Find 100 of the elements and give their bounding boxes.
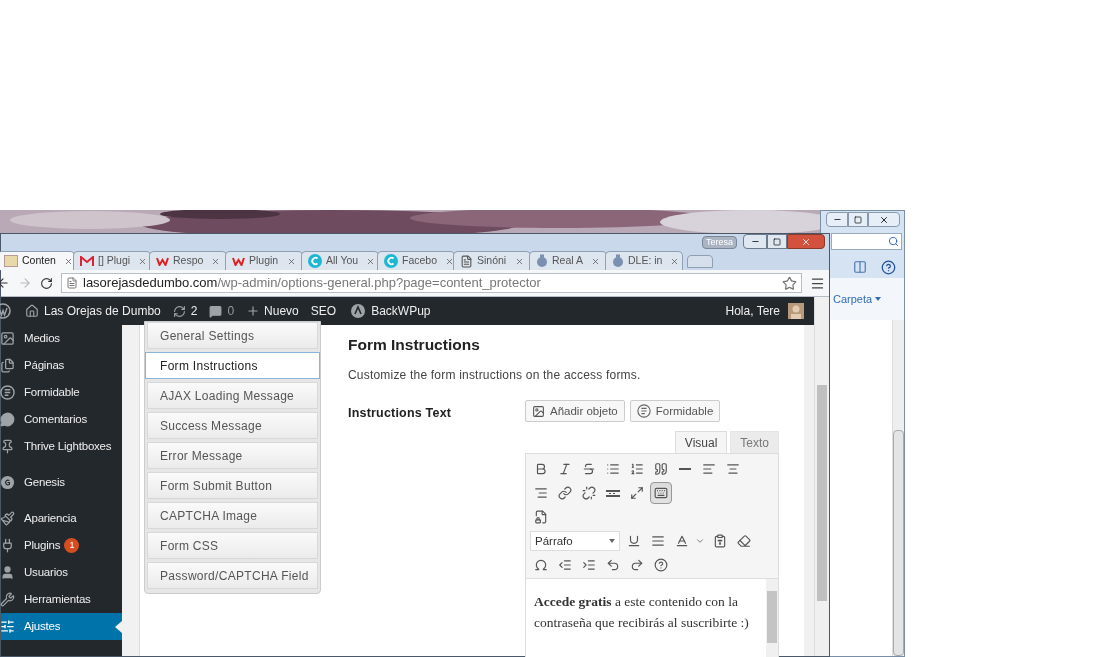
mail-icon bbox=[80, 255, 94, 267]
close-icon bbox=[879, 214, 889, 225]
minimize-button[interactable] bbox=[743, 234, 767, 249]
sidebar-item[interactable]: Formidable bbox=[1, 379, 122, 406]
bookmark-star-icon[interactable] bbox=[782, 275, 797, 291]
paste-text-icon bbox=[713, 534, 727, 549]
scrollbar[interactable] bbox=[892, 320, 904, 656]
settings-tab[interactable]: Form CSS bbox=[147, 532, 318, 559]
c-logo-icon bbox=[384, 254, 398, 268]
maximize-button[interactable] bbox=[848, 212, 868, 227]
browser-tab[interactable]: Plugin bbox=[225, 251, 303, 270]
comment-icon bbox=[0, 412, 15, 427]
media-button[interactable]: Añadir objeto bbox=[525, 400, 625, 423]
site-icon bbox=[4, 255, 18, 267]
media-icon bbox=[532, 404, 545, 418]
toolbar-toggle-icon bbox=[654, 486, 668, 501]
tab-title: [] Plugi bbox=[98, 253, 131, 269]
sidebar-item[interactable]: Comentarios bbox=[1, 406, 122, 433]
sidebar-item[interactable]: Genesis bbox=[1, 469, 122, 496]
settings-tab[interactable]: AJAX Loading Message bbox=[147, 382, 318, 409]
minimize-button[interactable] bbox=[826, 212, 848, 227]
help-icon bbox=[654, 558, 668, 573]
toolbar-toggle-button[interactable] bbox=[650, 482, 672, 505]
form-icon bbox=[636, 404, 651, 419]
media-button[interactable]: Formidable bbox=[629, 400, 721, 423]
sidebar-item[interactable]: Plugins 1 bbox=[1, 532, 122, 559]
sidebar-item[interactable]: Ajustes bbox=[1, 613, 122, 640]
close-icon[interactable] bbox=[287, 256, 296, 266]
close-icon[interactable] bbox=[591, 256, 600, 266]
close-icon[interactable] bbox=[366, 256, 376, 266]
close-icon[interactable] bbox=[63, 256, 73, 266]
underline-icon bbox=[627, 534, 641, 549]
panes-icon[interactable] bbox=[853, 260, 867, 274]
editor-tab[interactable]: Visual bbox=[674, 431, 728, 454]
new-link[interactable]: Nuevo bbox=[246, 302, 299, 320]
fullscreen-icon bbox=[630, 486, 644, 501]
outdent-icon bbox=[558, 558, 572, 573]
redo-icon bbox=[630, 558, 644, 573]
address-bar[interactable]: lasorejasdedumbo.com/wp-admin/options-general.php?page=content_protector bbox=[61, 273, 802, 293]
browser-tab[interactable]: Respo bbox=[149, 251, 227, 270]
close-icon[interactable] bbox=[211, 256, 221, 266]
italic-icon bbox=[558, 462, 572, 477]
settings-tab[interactable]: Error Message bbox=[147, 442, 318, 469]
plus-icon bbox=[246, 304, 261, 318]
sidebar-item[interactable]: Páginas bbox=[1, 352, 122, 379]
tab-title: Conten bbox=[22, 253, 56, 269]
site-link[interactable]: Las Orejas de Dumbo bbox=[25, 302, 161, 320]
help-icon[interactable] bbox=[881, 259, 896, 275]
sidebar-item[interactable]: Apariencia bbox=[1, 505, 122, 532]
back-icon[interactable] bbox=[0, 276, 10, 290]
browser-tab[interactable]: Sinóni bbox=[453, 251, 531, 270]
caret-icon bbox=[609, 539, 615, 544]
maximize-icon bbox=[773, 237, 781, 246]
browser-tab[interactable]: Conten bbox=[0, 251, 75, 270]
settings-tab[interactable]: Success Message bbox=[147, 412, 318, 439]
seo-link[interactable]: SEO bbox=[310, 302, 337, 320]
close-button[interactable] bbox=[868, 212, 900, 227]
settings-tab[interactable]: CAPTCHA Image bbox=[147, 502, 318, 529]
tab-title: Facebo bbox=[402, 253, 438, 269]
format-select[interactable]: Párrafo bbox=[530, 531, 620, 552]
browser-tab[interactable]: Real A bbox=[529, 251, 607, 270]
tab-title: DLE: in bbox=[628, 253, 663, 269]
updates-link[interactable]: 2 bbox=[172, 302, 198, 320]
pin-icon bbox=[0, 439, 15, 454]
settings-tab[interactable]: Form Submit Button bbox=[147, 472, 318, 499]
tab-title: Sinóni bbox=[477, 253, 507, 269]
reload-icon[interactable] bbox=[40, 276, 53, 290]
close-icon bbox=[801, 236, 811, 247]
sidebar-item[interactable]: Usuarios bbox=[1, 559, 122, 586]
c-logo-icon bbox=[308, 254, 322, 268]
settings-tab[interactable]: Form Instructions bbox=[145, 352, 320, 379]
menu-icon[interactable] bbox=[810, 275, 825, 291]
sidebar-item[interactable]: Thrive Lightboxes bbox=[1, 433, 122, 460]
search-field[interactable] bbox=[831, 233, 902, 250]
close-icon[interactable] bbox=[138, 256, 148, 266]
browser-tab[interactable]: DLE: in bbox=[605, 251, 683, 270]
close-icon[interactable] bbox=[515, 256, 524, 266]
maximize-button[interactable] bbox=[767, 234, 787, 249]
greeting-link[interactable]: Hola, Tere bbox=[725, 302, 780, 320]
scrollbar[interactable] bbox=[814, 297, 829, 656]
browser-tab[interactable]: Facebo bbox=[377, 251, 455, 270]
close-icon[interactable] bbox=[670, 256, 680, 266]
scrollbar[interactable] bbox=[766, 579, 778, 657]
settings-tab[interactable]: General Settings bbox=[147, 322, 318, 349]
plug-icon bbox=[0, 538, 15, 553]
media-icon bbox=[0, 331, 15, 346]
w-logo-icon bbox=[232, 256, 245, 266]
sidebar-item[interactable]: Medios bbox=[1, 325, 122, 352]
close-icon[interactable] bbox=[445, 256, 455, 266]
browser-tab[interactable]: [] Plugi bbox=[73, 251, 151, 270]
backup-link[interactable]: BackWPup bbox=[350, 302, 431, 320]
browser-tab[interactable]: All You bbox=[301, 251, 379, 270]
section-title: Form Instructions bbox=[348, 335, 481, 355]
sidebar-item[interactable]: Herramientas bbox=[1, 586, 122, 613]
close-button[interactable] bbox=[787, 234, 825, 249]
settings-tab[interactable]: Password/CAPTCHA Field bbox=[147, 562, 318, 589]
new-tab-button[interactable] bbox=[687, 255, 713, 268]
comment-icon bbox=[209, 304, 223, 318]
comments-link[interactable]: 0 bbox=[209, 302, 235, 320]
editor-tab[interactable]: Texto bbox=[730, 431, 779, 454]
